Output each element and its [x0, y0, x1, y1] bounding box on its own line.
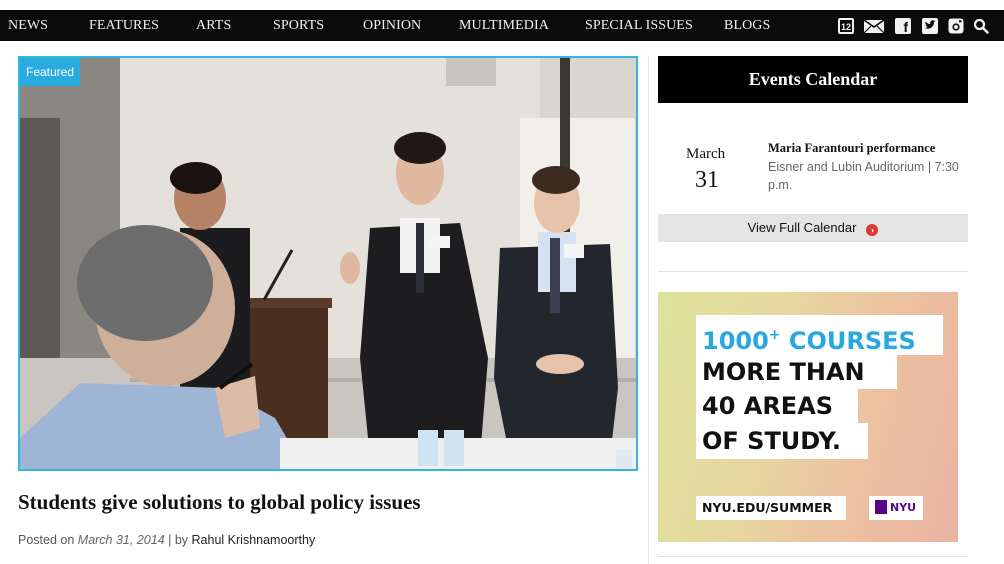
column-divider: [648, 56, 649, 564]
event-location: Eisner and Lubin Auditorium | 7:30 p.m.: [768, 160, 959, 192]
ad-line-4: OF STUDY.: [696, 423, 868, 459]
main-nav: NEWS FEATURES ARTS SPORTS OPINION MULTIM…: [0, 10, 1004, 41]
ad-url: NYU.EDU/SUMMER: [696, 496, 846, 520]
chevron-right-icon: ›: [866, 224, 879, 236]
featured-badge: Featured: [20, 58, 81, 86]
calendar-icon[interactable]: 12: [838, 18, 854, 34]
view-full-calendar-label: View Full Calendar: [747, 220, 857, 235]
top-strip: [0, 0, 1004, 10]
nav-item-blogs[interactable]: BLOGS: [724, 10, 770, 41]
nyu-logo: NYU: [869, 496, 923, 520]
nav-item-opinion[interactable]: OPINION: [363, 10, 421, 41]
torch-icon: [875, 500, 887, 514]
byline-separator: | by: [168, 533, 189, 547]
ad-line-3: 40 AREAS: [696, 389, 858, 423]
facebook-icon[interactable]: f: [895, 18, 911, 35]
ad-line-2: MORE THAN: [696, 355, 897, 389]
nav-item-features[interactable]: FEATURES: [89, 10, 159, 41]
event-day: 31: [695, 167, 719, 193]
featured-photo: [20, 58, 636, 469]
article-author[interactable]: Rahul Krishnamoorthy: [192, 533, 316, 547]
mail-icon[interactable]: [863, 18, 885, 34]
nav-item-arts[interactable]: ARTS: [196, 10, 231, 41]
event-month: March: [686, 146, 726, 162]
sidebar-divider-bottom: [658, 556, 968, 557]
nav-item-news[interactable]: NEWS: [8, 10, 48, 41]
article-headline[interactable]: Students give solutions to global policy…: [18, 490, 421, 515]
instagram-icon[interactable]: [948, 18, 964, 34]
ad-line-1: 1000+ COURSES: [696, 315, 943, 355]
article-byline: Posted on March 31, 2014 | by Rahul Kris…: [18, 533, 315, 547]
twitter-icon[interactable]: [922, 18, 938, 34]
nav-item-sports[interactable]: SPORTS: [273, 10, 324, 41]
byline-prefix: Posted on: [18, 533, 75, 547]
nav-item-multimedia[interactable]: MULTIMEDIA: [459, 10, 549, 41]
sidebar-divider: [658, 271, 968, 272]
event-title[interactable]: Maria Farantouri performance: [768, 141, 935, 156]
featured-image[interactable]: Featured: [18, 56, 638, 471]
view-full-calendar-button[interactable]: View Full Calendar ›: [658, 214, 968, 242]
nav-item-special-issues[interactable]: SPECIAL ISSUES: [585, 10, 693, 41]
article-date[interactable]: March 31, 2014: [78, 533, 165, 547]
events-calendar-heading: Events Calendar: [658, 56, 968, 103]
search-icon[interactable]: [973, 18, 989, 34]
advertisement[interactable]: 1000+ COURSES MORE THAN 40 AREAS OF STUD…: [658, 292, 958, 542]
